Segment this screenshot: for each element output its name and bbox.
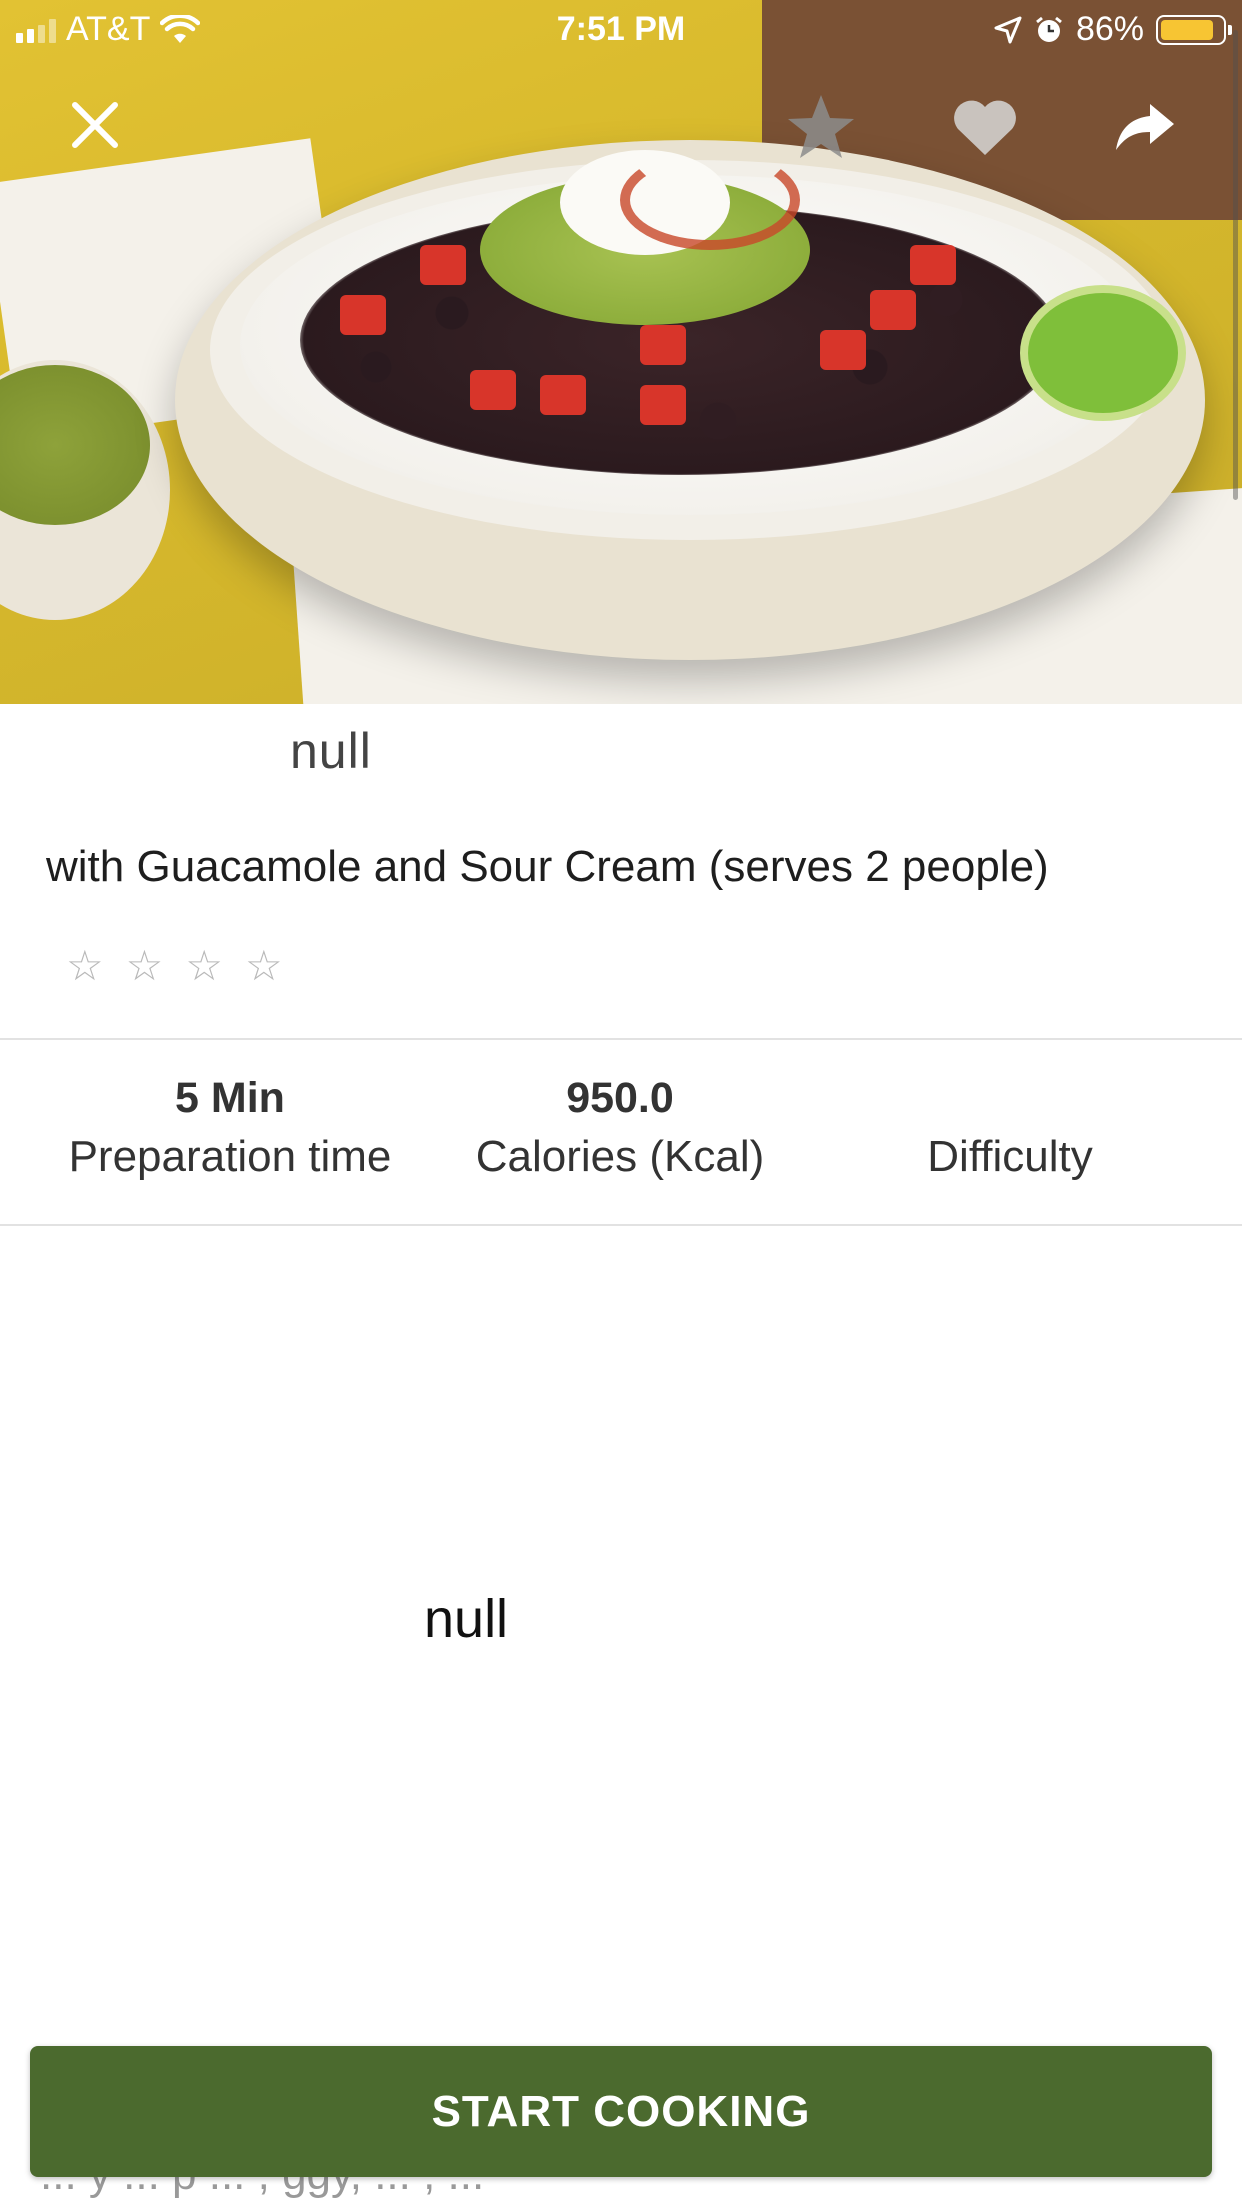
prep-time-label: Preparation time	[68, 1132, 392, 1181]
tomato	[540, 375, 586, 415]
calories-label: Calories (Kcal)	[475, 1132, 765, 1181]
status-right: 86%	[994, 10, 1232, 49]
calories-value: 950.0	[566, 1074, 674, 1122]
divider-bottom	[0, 1224, 1242, 1226]
section-heading: null	[424, 1589, 509, 1649]
tomato	[910, 245, 956, 285]
recipe-subtitle: with Guacamole and Sour Cream (serves 2 …	[46, 842, 1049, 891]
rating-stars[interactable]: ☆ ☆ ☆ ☆	[66, 945, 283, 987]
tomato	[870, 290, 916, 330]
difficulty-label: Difficulty	[927, 1132, 1093, 1181]
salsa-drizzle	[620, 150, 800, 250]
rating-star-2[interactable]: ☆	[126, 945, 164, 987]
star-icon	[788, 95, 854, 158]
share-icon	[1116, 104, 1174, 150]
lime-wedge	[1020, 285, 1186, 421]
tomato	[640, 325, 686, 365]
recipe-hero-image	[0, 0, 1242, 704]
difficulty-value	[810, 1070, 1210, 1126]
stat-calories: 950.0 Calories (Kcal)	[420, 1070, 820, 1182]
divider-top	[0, 1038, 1242, 1040]
close-icon	[72, 102, 118, 148]
favorite-button[interactable]	[940, 82, 1030, 172]
battery-percent: 86%	[1075, 10, 1144, 48]
rating-star-3[interactable]: ☆	[185, 945, 223, 987]
rate-button[interactable]	[776, 82, 866, 172]
recipe-title: null	[290, 723, 372, 779]
tomato	[640, 385, 686, 425]
prep-time-value: 5 Min	[175, 1074, 285, 1122]
battery-icon	[1156, 14, 1232, 45]
heart-icon	[954, 100, 1016, 155]
status-bar: AT&T 7:51 PM 86%	[0, 0, 1242, 60]
tomato	[820, 330, 866, 370]
stat-difficulty: Difficulty	[810, 1070, 1210, 1182]
location-icon	[994, 16, 1022, 43]
alarm-icon	[1036, 16, 1062, 42]
tomato	[470, 370, 516, 410]
tomato	[420, 245, 466, 285]
stat-preparation: 5 Min Preparation time	[30, 1070, 430, 1182]
close-button[interactable]	[50, 80, 140, 170]
start-cooking-button[interactable]: START COOKING	[30, 2046, 1212, 2177]
rating-star-1[interactable]: ☆	[66, 945, 104, 987]
scroll-indicator[interactable]	[1233, 30, 1238, 500]
tomato	[340, 295, 386, 335]
rating-star-4[interactable]: ☆	[245, 945, 283, 987]
share-button[interactable]	[1100, 82, 1190, 172]
